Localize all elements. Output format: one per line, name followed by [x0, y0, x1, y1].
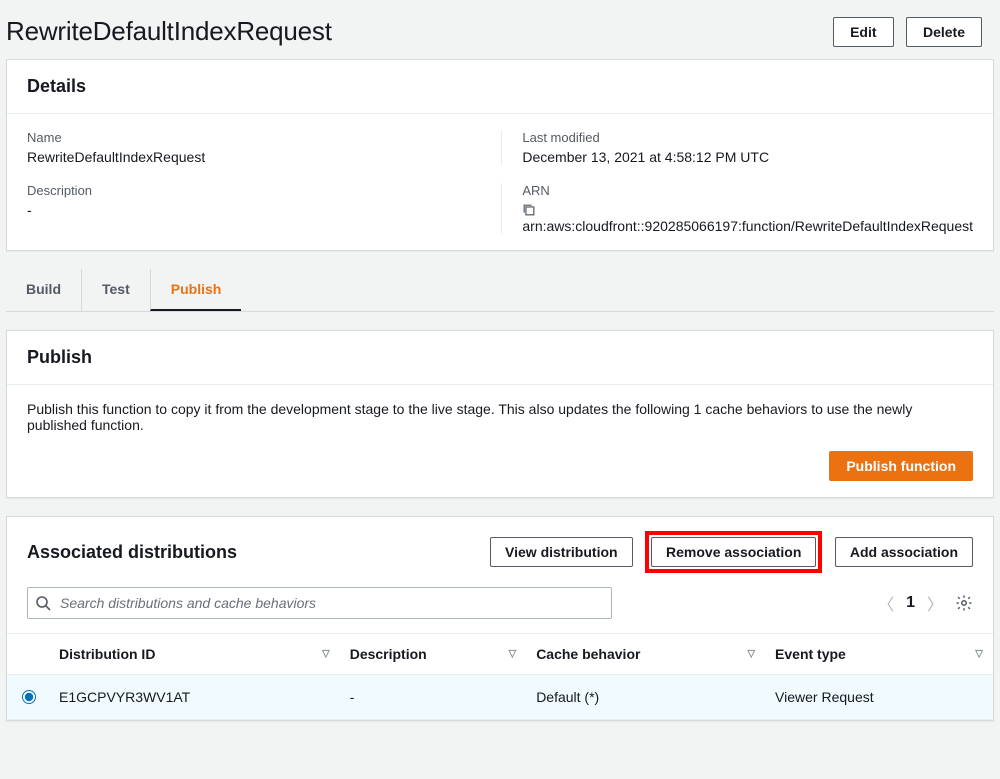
cell-cache-behavior: Default (*) — [526, 675, 765, 720]
publish-function-button[interactable]: Publish function — [829, 451, 973, 481]
add-association-button[interactable]: Add association — [835, 537, 973, 567]
col-cache-behavior[interactable]: Cache behavior ▽ — [526, 634, 765, 675]
page-prev-icon[interactable]: 〈 — [878, 591, 894, 615]
sort-icon: ▽ — [747, 649, 755, 660]
associations-panel: Associated distributions View distributi… — [6, 516, 994, 721]
arn-label: ARN — [522, 183, 973, 198]
cell-event-type: Viewer Request — [765, 675, 993, 720]
page-title: RewriteDefaultIndexRequest — [6, 16, 332, 47]
edit-button[interactable]: Edit — [833, 17, 893, 47]
search-input[interactable] — [27, 587, 612, 619]
cell-description: - — [340, 675, 526, 720]
remove-association-button[interactable]: Remove association — [651, 537, 816, 567]
table-row[interactable]: E1GCPVYR3WV1AT - Default (*) Viewer Requ… — [7, 675, 993, 720]
tab-test[interactable]: Test — [81, 269, 150, 311]
page-next-icon[interactable]: 〉 — [927, 591, 943, 615]
description-value: - — [27, 202, 481, 218]
last-modified-label: Last modified — [522, 130, 973, 145]
details-title: Details — [7, 60, 993, 114]
publish-panel: Publish Publish this function to copy it… — [6, 330, 994, 498]
col-distribution-id[interactable]: Distribution ID ▽ — [49, 634, 340, 675]
cell-distribution-id: E1GCPVYR3WV1AT — [49, 675, 340, 720]
name-label: Name — [27, 130, 481, 145]
remove-association-highlight: Remove association — [645, 531, 822, 573]
gear-icon[interactable] — [955, 594, 973, 612]
arn-value: arn:aws:cloudfront::920285066197:functio… — [522, 218, 973, 234]
delete-button[interactable]: Delete — [906, 17, 982, 47]
tab-publish[interactable]: Publish — [150, 269, 242, 311]
search-icon — [35, 595, 51, 611]
col-description[interactable]: Description ▽ — [340, 634, 526, 675]
tab-build[interactable]: Build — [6, 269, 81, 311]
name-value: RewriteDefaultIndexRequest — [27, 149, 481, 165]
publish-title: Publish — [7, 331, 993, 385]
sort-icon: ▽ — [508, 649, 516, 660]
last-modified-value: December 13, 2021 at 4:58:12 PM UTC — [522, 149, 973, 165]
sort-icon: ▽ — [322, 649, 330, 660]
col-event-type[interactable]: Event type ▽ — [765, 634, 993, 675]
page-number: 1 — [906, 594, 915, 612]
associations-table: Distribution ID ▽ Description ▽ Cache be… — [7, 633, 993, 720]
tab-bar: Build Test Publish — [6, 269, 994, 312]
publish-description: Publish this function to copy it from th… — [27, 401, 973, 433]
sort-icon: ▽ — [975, 649, 983, 660]
details-panel: Details Name RewriteDefaultIndexRequest … — [6, 59, 994, 251]
row-select-radio[interactable] — [22, 690, 36, 704]
description-label: Description — [27, 183, 481, 198]
associations-title: Associated distributions — [27, 542, 237, 563]
copy-icon[interactable] — [522, 203, 536, 217]
view-distribution-button[interactable]: View distribution — [490, 537, 633, 567]
